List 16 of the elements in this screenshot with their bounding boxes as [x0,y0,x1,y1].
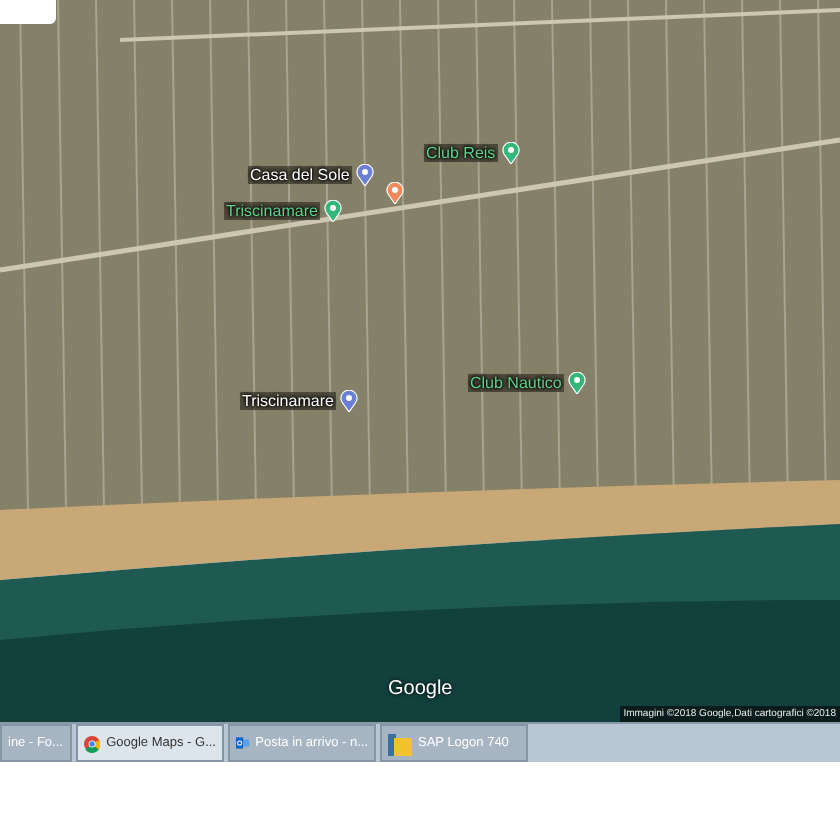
place-label[interactable]: Triscinamare [224,202,320,220]
place-label[interactable]: Club Reis [424,144,498,162]
mail-icon [236,732,250,754]
place-label[interactable]: Casa del Sole [248,166,352,184]
map-pin-icon[interactable] [567,372,586,394]
map-pin-icon[interactable] [323,200,342,222]
browser-icon [84,731,101,755]
map-pin-icon[interactable] [339,390,358,412]
map-pin-icon[interactable] [386,182,404,204]
map-logo: Google [388,678,453,700]
satellite-map-drawing[interactable] [0,0,840,722]
map-pin-icon[interactable] [501,142,520,164]
folder-icon [388,731,412,755]
place-label[interactable]: Triscinamare [240,392,336,410]
map-pin-icon[interactable] [355,164,374,186]
place-label[interactable]: Club Nautico [468,374,564,392]
